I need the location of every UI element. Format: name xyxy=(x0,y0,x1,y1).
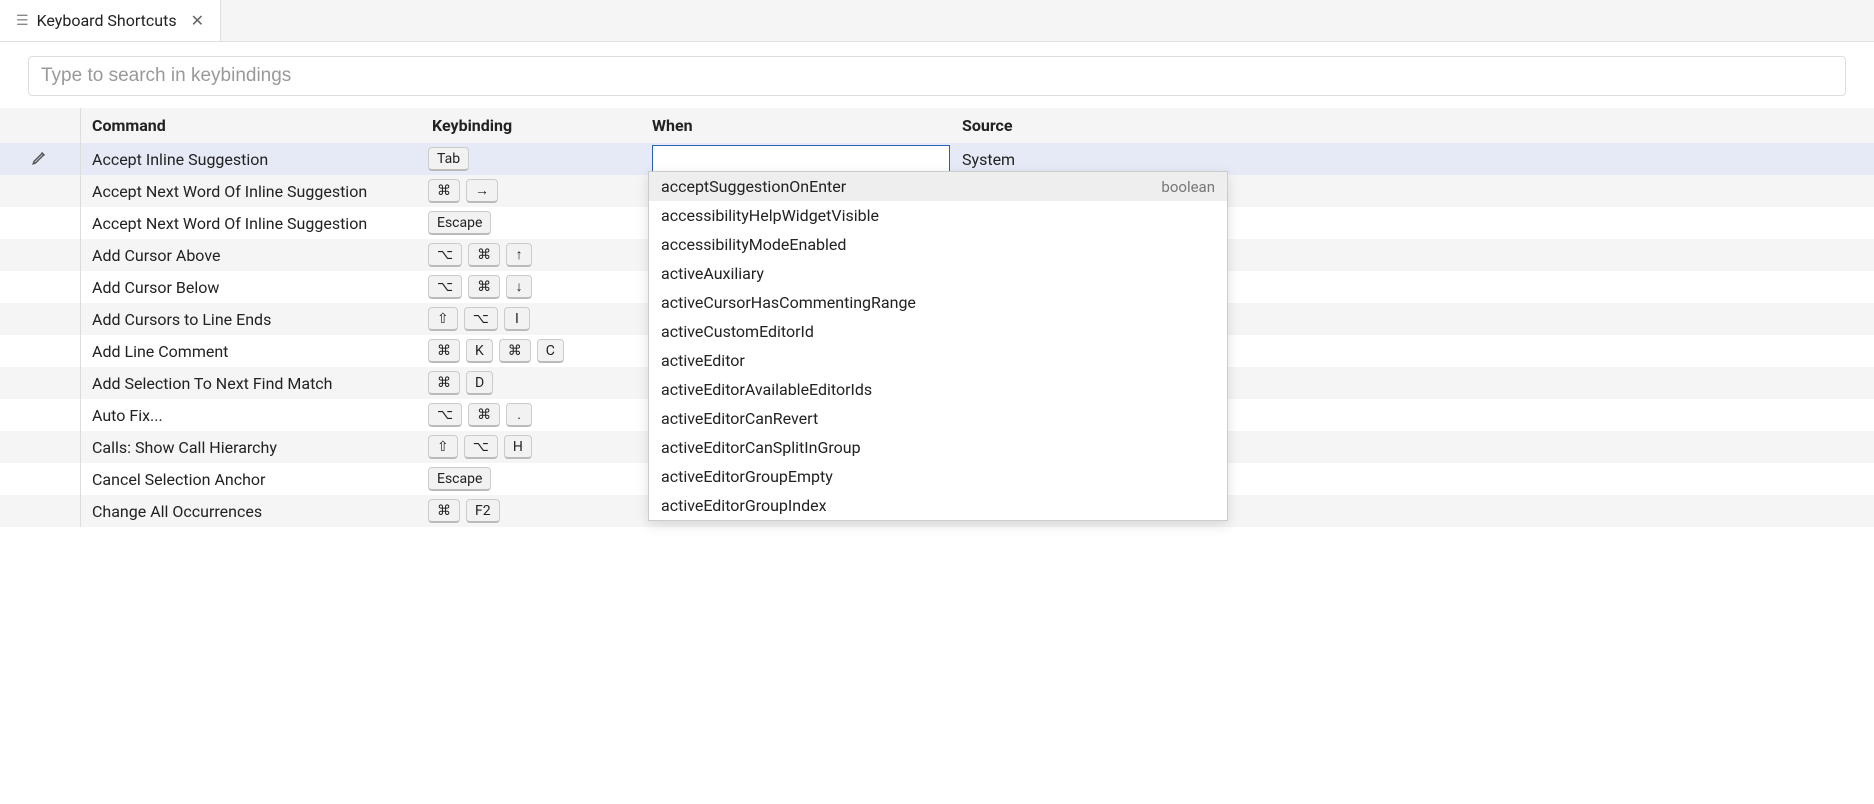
suggestion-label: activeCustomEditorId xyxy=(661,322,814,341)
suggestion-label: activeEditorGroupIndex xyxy=(661,496,827,515)
keycap: D xyxy=(466,371,493,395)
suggestion-item[interactable]: activeCustomEditorId xyxy=(649,317,1227,346)
keycap: ⌘ xyxy=(468,403,500,427)
suggestion-item[interactable]: activeAuxiliary xyxy=(649,259,1227,288)
suggestion-label: activeEditorAvailableEditorIds xyxy=(661,380,872,399)
keycap: H xyxy=(504,435,532,459)
keycap: Escape xyxy=(428,211,491,235)
keycap: ⌘ xyxy=(428,371,460,395)
column-when[interactable]: When xyxy=(640,116,950,135)
keycap: . xyxy=(506,403,532,427)
keycap: ⌥ xyxy=(464,435,498,459)
keybinding-cell: ⌘D xyxy=(420,371,640,395)
keybinding-cell: ⌥⌘↓ xyxy=(420,275,640,299)
suggestion-label: activeAuxiliary xyxy=(661,264,764,283)
keybinding-cell: ⌘→ xyxy=(420,179,640,203)
command-cell: Add Cursors to Line Ends xyxy=(80,310,420,329)
keycap: ⌥ xyxy=(428,403,462,427)
when-input[interactable] xyxy=(652,145,950,173)
keycap: ⌘ xyxy=(468,275,500,299)
keycap: ↓ xyxy=(506,275,532,299)
search-input[interactable] xyxy=(28,56,1846,96)
command-cell: Add Cursor Below xyxy=(80,278,420,297)
source-cell: System xyxy=(950,150,1874,169)
keybinding-cell: Escape xyxy=(420,211,640,235)
column-keybinding[interactable]: Keybinding xyxy=(420,116,640,135)
keycap: ⌥ xyxy=(428,243,462,267)
edit-cell xyxy=(0,148,80,170)
suggestion-label: activeEditor xyxy=(661,351,745,370)
suggestion-item[interactable]: accessibilityModeEnabled xyxy=(649,230,1227,259)
keybinding-cell: ⌥⌘. xyxy=(420,403,640,427)
command-cell: Auto Fix... xyxy=(80,406,420,425)
keycap: Tab xyxy=(428,147,469,171)
keycap: F2 xyxy=(466,499,500,523)
close-icon[interactable]: ✕ xyxy=(191,11,204,30)
keycap: ⌘ xyxy=(499,339,531,363)
keybinding-cell: ⇧⌥I xyxy=(420,307,640,331)
command-cell: Add Selection To Next Find Match xyxy=(80,374,420,393)
command-cell: Accept Inline Suggestion xyxy=(80,150,420,169)
suggestion-item[interactable]: activeEditorGroupIndex xyxy=(649,491,1227,520)
suggestion-item[interactable]: acceptSuggestionOnEnter boolean xyxy=(649,172,1227,201)
list-icon: ☰ xyxy=(16,14,29,28)
keycap: I xyxy=(504,307,530,331)
keybindings-table: Command Keybinding When Source Accept In… xyxy=(0,108,1874,527)
keycap: ↑ xyxy=(506,243,532,267)
keybinding-cell: ⌥⌘↑ xyxy=(420,243,640,267)
command-cell: Change All Occurrences xyxy=(80,502,420,521)
suggestion-item[interactable]: activeEditorGroupEmpty xyxy=(649,462,1227,491)
suggestion-item[interactable]: activeCursorHasCommentingRange xyxy=(649,288,1227,317)
keycap: ⌥ xyxy=(428,275,462,299)
command-cell: Add Cursor Above xyxy=(80,246,420,265)
keycap: Escape xyxy=(428,467,491,491)
suggestion-label: acceptSuggestionOnEnter xyxy=(661,177,846,196)
keycap: C xyxy=(537,339,564,363)
suggestion-label: activeEditorCanRevert xyxy=(661,409,818,428)
suggestion-label: accessibilityModeEnabled xyxy=(661,235,846,254)
suggestion-label: activeEditorGroupEmpty xyxy=(661,467,833,486)
keycap: → xyxy=(466,179,498,203)
column-command[interactable]: Command xyxy=(80,116,420,135)
suggestion-label: accessibilityHelpWidgetVisible xyxy=(661,206,879,225)
command-cell: Calls: Show Call Hierarchy xyxy=(80,438,420,457)
when-suggestions-popup: acceptSuggestionOnEnter boolean accessibil… xyxy=(648,171,1228,521)
when-cell xyxy=(640,145,950,173)
suggestion-label: activeEditorCanSplitInGroup xyxy=(661,438,861,457)
keycap: ⇧ xyxy=(428,307,458,331)
keycap: ⌘ xyxy=(428,499,460,523)
suggestion-item[interactable]: activeEditorAvailableEditorIds xyxy=(649,375,1227,404)
keycap: ⇧ xyxy=(428,435,458,459)
keycap: ⌥ xyxy=(464,307,498,331)
column-source[interactable]: Source xyxy=(950,116,1874,135)
suggestion-item[interactable]: activeEditorCanRevert xyxy=(649,404,1227,433)
keybinding-cell: ⌘F2 xyxy=(420,499,640,523)
command-cell: Add Line Comment xyxy=(80,342,420,361)
keybinding-cell: ⌘K⌘C xyxy=(420,339,640,363)
keybinding-cell: Escape xyxy=(420,467,640,491)
tab-bar: ☰ Keyboard Shortcuts ✕ xyxy=(0,0,1874,42)
keycap: ⌘ xyxy=(428,179,460,203)
search-wrap xyxy=(0,42,1874,108)
suggestion-type: boolean xyxy=(1161,178,1215,196)
command-cell: Cancel Selection Anchor xyxy=(80,470,420,489)
column-separator xyxy=(80,108,81,527)
suggestion-label: activeCursorHasCommentingRange xyxy=(661,293,916,312)
keybinding-cell: Tab xyxy=(420,147,640,171)
keybinding-cell: ⇧⌥H xyxy=(420,435,640,459)
command-cell: Accept Next Word Of Inline Suggestion xyxy=(80,214,420,233)
suggestion-item[interactable]: activeEditorCanSplitInGroup xyxy=(649,433,1227,462)
suggestion-item[interactable]: activeEditor xyxy=(649,346,1227,375)
pencil-icon[interactable] xyxy=(31,148,49,170)
keycap: ⌘ xyxy=(468,243,500,267)
keycap: ⌘ xyxy=(428,339,460,363)
tab-title: Keyboard Shortcuts xyxy=(37,11,177,30)
suggestion-item[interactable]: accessibilityHelpWidgetVisible xyxy=(649,201,1227,230)
table-header: Command Keybinding When Source xyxy=(0,108,1874,143)
command-cell: Accept Next Word Of Inline Suggestion xyxy=(80,182,420,201)
tab-keyboard-shortcuts[interactable]: ☰ Keyboard Shortcuts ✕ xyxy=(0,0,221,41)
keycap: K xyxy=(466,339,493,363)
